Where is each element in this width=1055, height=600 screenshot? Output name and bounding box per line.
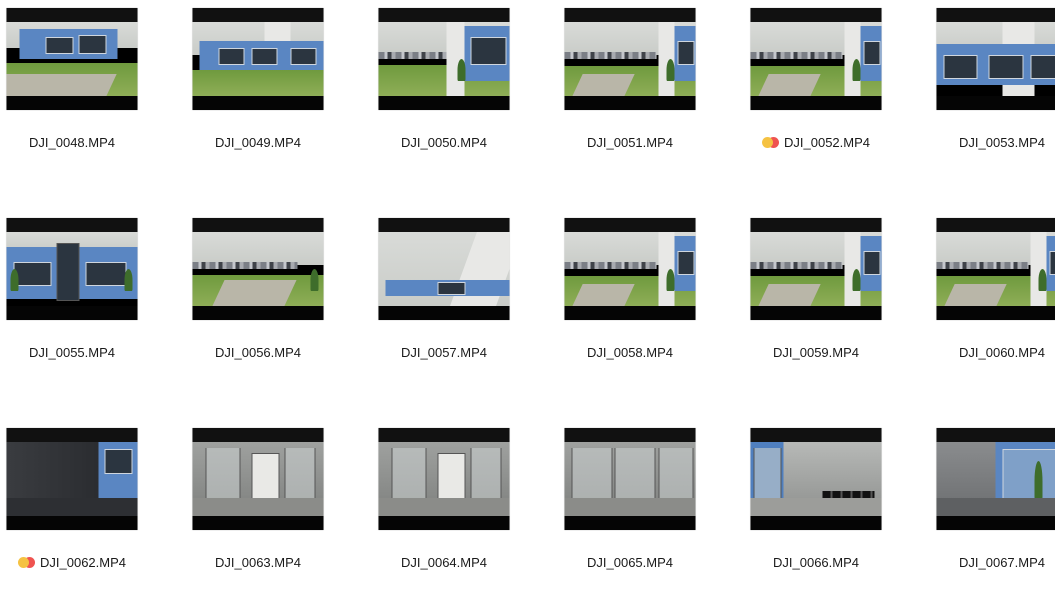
file-name: DJI_0056.MP4	[215, 345, 301, 360]
file-name: DJI_0048.MP4	[29, 135, 115, 150]
thumbnail-frame	[7, 22, 138, 96]
file-label[interactable]: DJI_0064.MP4	[351, 555, 537, 570]
thumbnail-frame	[937, 442, 1055, 516]
file-name: DJI_0066.MP4	[773, 555, 859, 570]
file-item[interactable]: DJI_0050.MP4	[351, 0, 537, 180]
file-name: DJI_0050.MP4	[401, 135, 487, 150]
file-label[interactable]: DJI_0048.MP4	[0, 135, 165, 150]
thumbnail-frame	[193, 232, 324, 306]
video-thumbnail-icon[interactable]	[193, 428, 324, 530]
thumbnail-frame	[193, 22, 324, 96]
file-name: DJI_0064.MP4	[401, 555, 487, 570]
file-name: DJI_0049.MP4	[215, 135, 301, 150]
file-item[interactable]: DJI_0052.MP4	[723, 0, 909, 180]
video-thumbnail-icon[interactable]	[7, 8, 138, 110]
file-item[interactable]: DJI_0053.MP4	[909, 0, 1055, 180]
file-item[interactable]: DJI_0064.MP4	[351, 420, 537, 600]
file-label[interactable]: DJI_0055.MP4	[0, 345, 165, 360]
video-thumbnail-icon[interactable]	[751, 218, 882, 320]
file-item[interactable]: DJI_0063.MP4	[165, 420, 351, 600]
file-icon-grid: DJI_0048.MP4 DJI_0049.MP4 DJI_0050.MP4 DJI_…	[0, 0, 1055, 578]
file-item[interactable]: DJI_0056.MP4	[165, 210, 351, 390]
file-item[interactable]: DJI_0057.MP4	[351, 210, 537, 390]
file-label[interactable]: DJI_0062.MP4	[0, 555, 165, 570]
file-label[interactable]: DJI_0066.MP4	[723, 555, 909, 570]
thumbnail-frame	[751, 232, 882, 306]
file-name: DJI_0067.MP4	[959, 555, 1045, 570]
file-label[interactable]: DJI_0056.MP4	[165, 345, 351, 360]
video-thumbnail-icon[interactable]	[937, 8, 1055, 110]
video-thumbnail-icon[interactable]	[7, 428, 138, 530]
file-name: DJI_0055.MP4	[29, 345, 115, 360]
video-thumbnail-icon[interactable]	[7, 218, 138, 320]
file-label[interactable]: DJI_0052.MP4	[723, 135, 909, 150]
file-item[interactable]: DJI_0062.MP4	[0, 420, 165, 600]
file-label[interactable]: DJI_0059.MP4	[723, 345, 909, 360]
thumbnail-frame	[565, 232, 696, 306]
file-label[interactable]: DJI_0058.MP4	[537, 345, 723, 360]
file-label[interactable]: DJI_0065.MP4	[537, 555, 723, 570]
file-item[interactable]: DJI_0065.MP4	[537, 420, 723, 600]
thumbnail-frame	[937, 232, 1055, 306]
file-name: DJI_0057.MP4	[401, 345, 487, 360]
file-item[interactable]: DJI_0067.MP4	[909, 420, 1055, 600]
thumbnail-frame	[751, 22, 882, 96]
thumbnail-frame	[565, 442, 696, 516]
file-item[interactable]: DJI_0060.MP4	[909, 210, 1055, 390]
file-item[interactable]: DJI_0051.MP4	[537, 0, 723, 180]
file-name: DJI_0059.MP4	[773, 345, 859, 360]
video-thumbnail-icon[interactable]	[193, 8, 324, 110]
thumbnail-frame	[937, 22, 1055, 96]
file-name: DJI_0065.MP4	[587, 555, 673, 570]
color-tag-icon	[762, 137, 779, 148]
video-thumbnail-icon[interactable]	[937, 428, 1055, 530]
video-thumbnail-icon[interactable]	[379, 428, 510, 530]
video-thumbnail-icon[interactable]	[565, 428, 696, 530]
file-name: DJI_0052.MP4	[784, 135, 870, 150]
video-thumbnail-icon[interactable]	[193, 218, 324, 320]
file-item[interactable]: DJI_0066.MP4	[723, 420, 909, 600]
video-thumbnail-icon[interactable]	[379, 8, 510, 110]
video-thumbnail-icon[interactable]	[937, 218, 1055, 320]
file-name: DJI_0062.MP4	[40, 555, 126, 570]
file-item[interactable]: DJI_0055.MP4	[0, 210, 165, 390]
file-label[interactable]: DJI_0049.MP4	[165, 135, 351, 150]
tag-dot-icon	[18, 557, 29, 568]
file-name: DJI_0058.MP4	[587, 345, 673, 360]
file-label[interactable]: DJI_0063.MP4	[165, 555, 351, 570]
thumbnail-frame	[379, 442, 510, 516]
thumbnail-frame	[751, 442, 882, 516]
video-thumbnail-icon[interactable]	[751, 8, 882, 110]
file-label[interactable]: DJI_0050.MP4	[351, 135, 537, 150]
thumbnail-frame	[7, 442, 138, 516]
thumbnail-frame	[379, 232, 510, 306]
file-name: DJI_0063.MP4	[215, 555, 301, 570]
thumbnail-frame	[565, 22, 696, 96]
color-tag-icon	[18, 557, 35, 568]
thumbnail-frame	[193, 442, 324, 516]
file-label[interactable]: DJI_0051.MP4	[537, 135, 723, 150]
file-label[interactable]: DJI_0057.MP4	[351, 345, 537, 360]
video-thumbnail-icon[interactable]	[379, 218, 510, 320]
thumbnail-frame	[379, 22, 510, 96]
file-item[interactable]: DJI_0058.MP4	[537, 210, 723, 390]
file-item[interactable]: DJI_0048.MP4	[0, 0, 165, 180]
file-item[interactable]: DJI_0059.MP4	[723, 210, 909, 390]
file-name: DJI_0060.MP4	[959, 345, 1045, 360]
video-thumbnail-icon[interactable]	[751, 428, 882, 530]
file-label[interactable]: DJI_0053.MP4	[909, 135, 1055, 150]
tag-dot-icon	[762, 137, 773, 148]
file-label[interactable]: DJI_0067.MP4	[909, 555, 1055, 570]
file-label[interactable]: DJI_0060.MP4	[909, 345, 1055, 360]
video-thumbnail-icon[interactable]	[565, 218, 696, 320]
file-name: DJI_0051.MP4	[587, 135, 673, 150]
video-thumbnail-icon[interactable]	[565, 8, 696, 110]
thumbnail-frame	[7, 232, 138, 306]
file-name: DJI_0053.MP4	[959, 135, 1045, 150]
file-item[interactable]: DJI_0049.MP4	[165, 0, 351, 180]
